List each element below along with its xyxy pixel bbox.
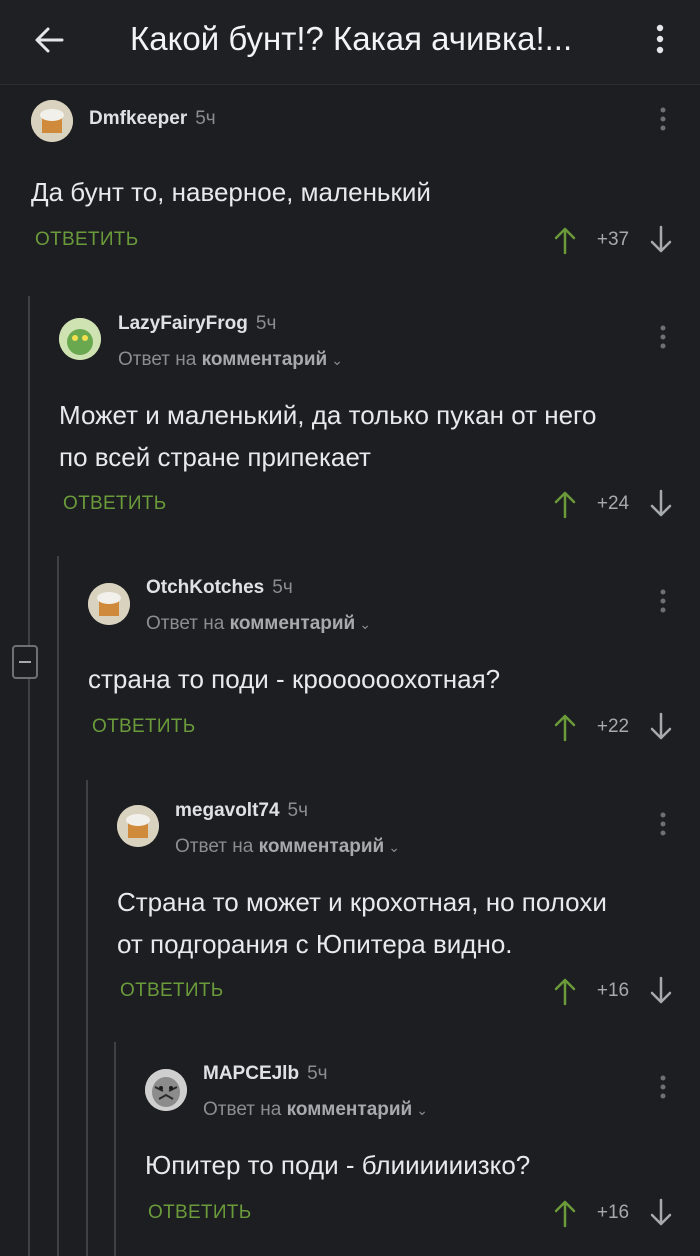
thread-line (57, 556, 59, 1256)
username[interactable]: LazyFairyFrog 5ч (118, 313, 276, 335)
comment-text-line: Может и маленький, да только пукан от не… (59, 400, 597, 430)
comment-score: +16 (596, 980, 630, 1001)
thread-line (28, 296, 30, 1256)
username-text: OtchKotches (146, 577, 265, 598)
reply-to[interactable]: Ответ на комментарий ⌄ (175, 836, 400, 858)
username[interactable]: Dmfkeeper 5ч (89, 108, 216, 130)
comment-text-line: страна то поди - кроооооохотная? (88, 664, 501, 694)
reply-button[interactable]: ОТВЕТИТЬ (35, 229, 138, 251)
page-title: Какой бунт!? Какая ачивка!... (130, 20, 573, 57)
username-text: Dmfkeeper (89, 108, 188, 129)
comment-score: +16 (596, 1202, 630, 1223)
username[interactable]: MAPCEJlb 5ч (203, 1063, 328, 1085)
kebab-icon (660, 589, 666, 613)
chevron-down-icon: ⌄ (416, 1102, 428, 1118)
arrow-down-icon[interactable] (649, 712, 673, 742)
kebab-icon (660, 1075, 666, 1099)
username[interactable]: megavolt74 5ч (175, 800, 308, 822)
arrow-up-icon[interactable] (553, 225, 577, 255)
thread-line (86, 780, 88, 1256)
reply-to-prefix: Ответ на (118, 349, 197, 370)
comment-score: +22 (596, 716, 630, 737)
avatar (117, 805, 159, 847)
username-text: LazyFairyFrog (118, 313, 248, 334)
app-header: Какой бунт!? Какая ачивка!... (0, 0, 700, 85)
reply-to-link: комментарий (258, 836, 385, 857)
comment-body: Может и маленький, да только пукан от не… (59, 394, 596, 478)
avatar (59, 318, 101, 360)
kebab-icon (660, 325, 666, 349)
arrow-down-icon[interactable] (649, 976, 673, 1006)
reply-to-link: комментарий (286, 1099, 413, 1120)
menu-button[interactable] (648, 18, 672, 62)
reply-button[interactable]: ОТВЕТИТЬ (63, 493, 166, 515)
thread-line (114, 1042, 116, 1256)
comment-menu-button[interactable] (655, 809, 671, 841)
reply-to-link: комментарий (229, 613, 356, 634)
kebab-icon (660, 812, 666, 836)
arrow-down-icon[interactable] (649, 225, 673, 255)
avatar (145, 1069, 187, 1111)
kebab-icon (660, 107, 666, 131)
reply-to[interactable]: Ответ на комментарий ⌄ (146, 613, 371, 635)
arrow-left-icon (35, 27, 64, 53)
minus-icon (19, 661, 31, 663)
comment-body: Юпитер то поди - блиииииизко? (145, 1144, 530, 1186)
reply-button[interactable]: ОТВЕТИТЬ (148, 1202, 251, 1224)
avatar (88, 583, 130, 625)
arrow-up-icon[interactable] (553, 1198, 577, 1228)
chevron-down-icon: ⌄ (331, 352, 343, 368)
comment-menu-button[interactable] (655, 1072, 671, 1104)
kebab-icon (656, 24, 664, 54)
comment-menu-button[interactable] (655, 586, 671, 618)
comment-score: +37 (596, 229, 630, 250)
reply-to-link: комментарий (201, 349, 328, 370)
comment-text-line: по всей стране припекает (59, 442, 371, 472)
username-text: MAPCEJlb (203, 1063, 300, 1084)
comment-text-line: от подгорания с Юпитера видно. (117, 929, 513, 959)
comment-time: 5ч (272, 577, 293, 598)
reply-to-prefix: Ответ на (146, 613, 225, 634)
arrow-up-icon[interactable] (553, 712, 577, 742)
comment-text-line: Юпитер то поди - блиииииизко? (145, 1150, 531, 1180)
arrow-up-icon[interactable] (553, 489, 577, 519)
comment-body: Да бунт то, наверное, маленький (31, 171, 431, 213)
arrow-down-icon[interactable] (649, 489, 673, 519)
comment-time: 5ч (195, 108, 216, 129)
back-button[interactable] (26, 18, 74, 62)
username[interactable]: OtchKotches 5ч (146, 577, 293, 599)
comment-text-line: Да бунт то, наверное, маленький (31, 177, 431, 207)
arrow-down-icon[interactable] (649, 1198, 673, 1228)
comment-time: 5ч (287, 800, 309, 821)
chevron-down-icon: ⌄ (388, 839, 400, 855)
comment-time: 5ч (255, 313, 277, 334)
chevron-down-icon: ⌄ (359, 616, 371, 632)
reply-to[interactable]: Ответ на комментарий ⌄ (203, 1099, 428, 1121)
reply-button[interactable]: ОТВЕТИТЬ (120, 980, 223, 1002)
collapse-thread-button[interactable] (12, 645, 38, 679)
comment-score: +24 (596, 493, 630, 514)
comment-menu-button[interactable] (655, 104, 671, 136)
reply-to-prefix: Ответ на (175, 836, 254, 857)
reply-to-prefix: Ответ на (203, 1099, 282, 1120)
avatar (31, 100, 73, 142)
comment-menu-button[interactable] (655, 322, 671, 354)
comment-body: страна то поди - кроооооохотная? (88, 658, 500, 700)
arrow-up-icon[interactable] (553, 976, 577, 1006)
reply-button[interactable]: ОТВЕТИТЬ (92, 716, 195, 738)
reply-to[interactable]: Ответ на комментарий ⌄ (118, 349, 343, 371)
username-text: megavolt74 (175, 800, 280, 821)
comment-text-line: Страна то может и крохотная, но полохи (117, 887, 607, 917)
comment-body: Страна то может и крохотная, но полохи о… (117, 881, 607, 965)
comment-time: 5ч (307, 1063, 328, 1084)
